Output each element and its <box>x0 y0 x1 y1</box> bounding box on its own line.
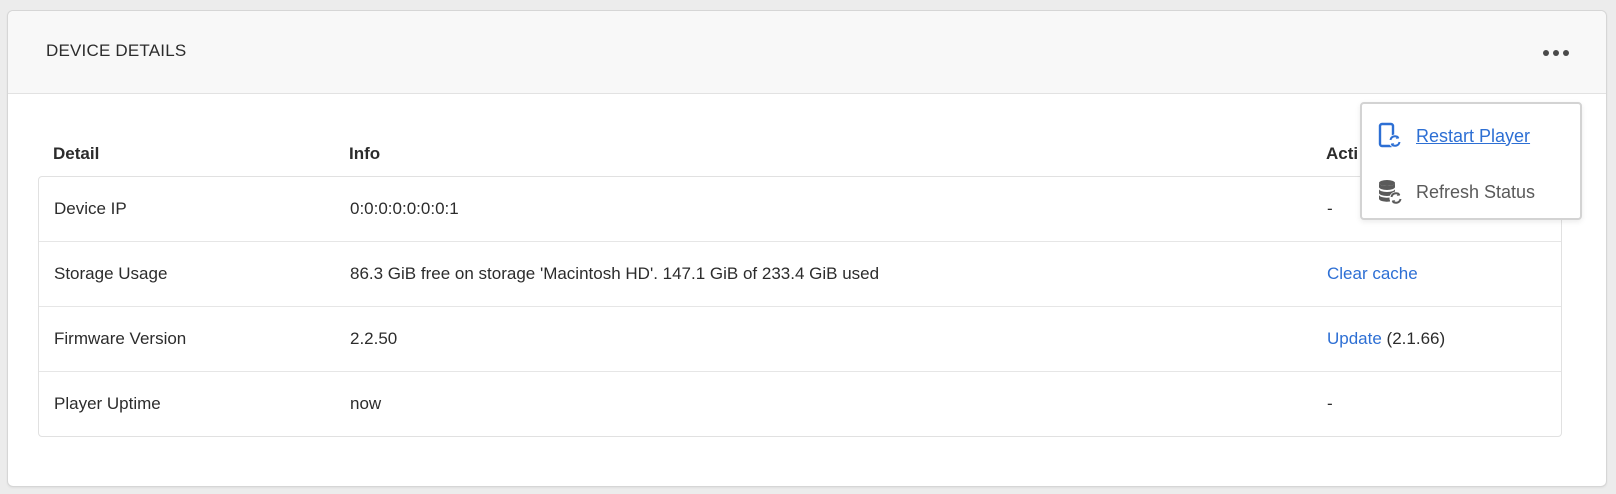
database-refresh-icon <box>1376 178 1404 206</box>
clear-cache-link[interactable]: Clear cache <box>1327 264 1418 283</box>
refresh-status-label: Refresh Status <box>1416 181 1536 202</box>
card-header: DEVICE DETAILS <box>8 11 1606 94</box>
action-cell: - <box>1327 199 1333 218</box>
ellipsis-dot <box>1553 50 1559 56</box>
action-cell: Update (2.1.66) <box>1327 329 1445 349</box>
ellipsis-horizontal-icon <box>1543 50 1549 56</box>
action-cell: Clear cache <box>1327 264 1418 284</box>
device-restart-icon <box>1376 122 1404 150</box>
more-options-menu: Restart Player Refresh Status <box>1360 102 1582 220</box>
info-cell: 2.2.50 <box>350 329 398 348</box>
table-row-storage-usage: Storage Usage 86.3 GiB free on storage '… <box>39 242 1561 307</box>
detail-cell: Device IP <box>54 199 127 218</box>
detail-cell: Storage Usage <box>54 264 168 283</box>
info-cell: 86.3 GiB free on storage 'Macintosh HD'.… <box>350 264 880 283</box>
detail-cell: Player Uptime <box>54 394 161 413</box>
detail-cell: Firmware Version <box>54 329 187 348</box>
device-details-table: Device IP 0:0:0:0:0:0:0:1 - Storage Usag… <box>38 176 1562 437</box>
table-header-row: Detail Info Acti <box>38 132 1562 176</box>
info-cell: now <box>350 394 382 413</box>
update-firmware-link[interactable]: Update <box>1327 329 1382 348</box>
menu-item-restart-player[interactable]: Restart Player <box>1376 118 1566 154</box>
column-header-actions: Acti <box>1326 144 1359 163</box>
ellipsis-dot <box>1563 50 1569 56</box>
action-cell: - <box>1327 394 1333 413</box>
menu-item-refresh-status[interactable]: Refresh Status <box>1376 174 1566 210</box>
info-cell: 0:0:0:0:0:0:0:1 <box>350 199 459 218</box>
table-row-device-ip: Device IP 0:0:0:0:0:0:0:1 - <box>39 177 1561 242</box>
restart-player-label: Restart Player <box>1416 125 1531 146</box>
available-version-text: (2.1.66) <box>1381 329 1446 348</box>
more-options-button[interactable] <box>1538 41 1574 65</box>
card-title: DEVICE DETAILS <box>46 41 187 60</box>
column-header-detail: Detail <box>53 144 100 163</box>
column-header-info: Info <box>349 144 381 163</box>
table-row-player-uptime: Player Uptime now - <box>39 372 1561 437</box>
table-row-firmware-version: Firmware Version 2.2.50 Update (2.1.66) <box>39 307 1561 372</box>
